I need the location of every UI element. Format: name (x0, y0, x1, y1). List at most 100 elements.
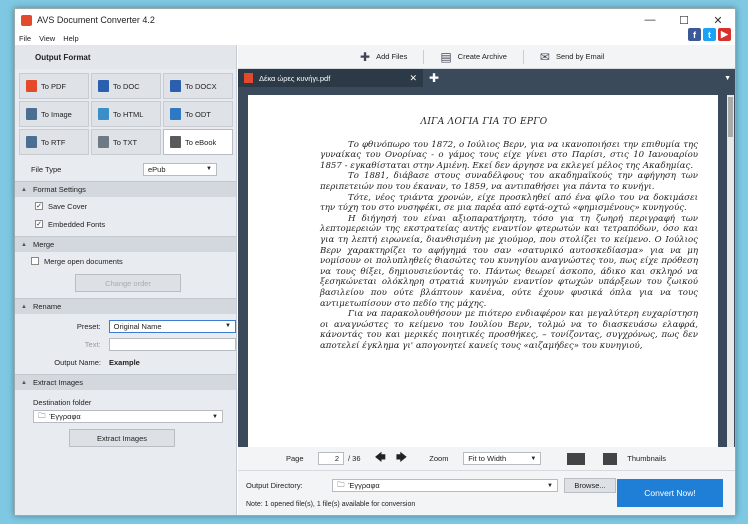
output-dir-select[interactable]: 🗀 Έγγραφα ▼ (332, 479, 558, 492)
document-viewer[interactable]: ΛΙΓΑ ΛΟΓΙΑ ΓΙΑ ΤΟ ΕΡΓΟ Το φθινόπωρο του … (238, 87, 735, 447)
format-file-icon (26, 80, 37, 92)
merge-open-checkbox[interactable] (31, 257, 39, 265)
format-file-icon (170, 80, 181, 92)
add-files-button[interactable]: ✚ Add Files (344, 50, 423, 64)
minimize-icon[interactable]: — (633, 9, 667, 31)
title-bar: AVS Document Converter 4.2 — ☐ ✕ (15, 9, 735, 31)
output-bar: Output Directory: 🗀 Έγγραφα ▼ Browse... No… (238, 471, 735, 515)
main-area: ✚ Add Files ▤ Create Archive ✉ Send by Emai… (238, 45, 735, 515)
create-archive-button[interactable]: ▤ Create Archive (424, 50, 523, 64)
page-label: Page (286, 454, 304, 463)
output-name-value: Example (109, 357, 140, 367)
extract-images-button[interactable]: Extract Images (69, 429, 175, 447)
vertical-scrollbar[interactable] (727, 95, 734, 447)
pdf-file-icon (244, 73, 253, 83)
extract-images-title: Extract Images (32, 378, 83, 387)
format-to-odt-button[interactable]: To ODT (163, 101, 233, 127)
browse-button[interactable]: Browse... (564, 478, 616, 493)
merge-title: Merge (32, 240, 55, 249)
rename-title: Rename (32, 302, 62, 311)
format-to-doc-button[interactable]: To DOC (91, 73, 161, 99)
thumbnails-icon[interactable] (603, 452, 618, 465)
extract-images-header[interactable]: ▲ Extract Images (15, 374, 236, 390)
window-title: AVS Document Converter 4.2 (37, 15, 155, 25)
format-file-icon (170, 136, 181, 148)
add-tab-icon[interactable]: ✚ (429, 71, 439, 85)
page-total: / 36 (348, 454, 361, 463)
scroll-thumb[interactable] (728, 97, 733, 137)
format-label: To PDF (41, 81, 67, 91)
format-to-html-button[interactable]: To HTML (91, 101, 161, 127)
format-settings-title: Format Settings (32, 185, 86, 194)
format-to-ebook-button[interactable]: To eBook (163, 129, 233, 155)
collapse-icon: ▲ (21, 379, 27, 386)
format-to-txt-button[interactable]: To TXT (91, 129, 161, 155)
menu-help[interactable]: Help (63, 34, 78, 43)
document-paragraph: Η διήγησή του είναι αξιοπαρατήρητη, τόσο… (320, 213, 698, 309)
merge-header[interactable]: ▲ Merge (15, 236, 236, 252)
preset-row: Preset: Original Name ▼ (15, 317, 236, 335)
save-cover-row[interactable]: ✓ Save Cover (15, 197, 236, 215)
format-file-icon (98, 108, 109, 120)
save-cover-checkbox[interactable]: ✓ (35, 202, 43, 210)
output-dir-value: Έγγραφα (348, 481, 380, 490)
destination-folder-value: Έγγραφα (49, 412, 81, 421)
text-label: Text: (84, 339, 101, 349)
format-grid: To PDF To DOC To DOCX To Image To HTML To ODT… (15, 69, 236, 158)
destination-folder-select[interactable]: 🗀 Έγγραφα ▼ (33, 410, 223, 423)
document-paragraph: Τότε, νέος τριάντα χρονών, είχε προσκληθ… (320, 192, 698, 214)
envelope-icon: ✉ (539, 49, 550, 64)
rename-header[interactable]: ▲ Rename (15, 298, 236, 314)
zoom-label: Zoom (429, 454, 449, 463)
preset-select[interactable]: Original Name ▼ (108, 319, 236, 333)
document-body: Το φθινόπωρο του 1872, ο Ιούλιος Βερν, γ… (320, 140, 698, 352)
youtube-icon[interactable]: ▶ (718, 28, 731, 41)
zoom-select[interactable]: Fit to Width ▼ (463, 452, 542, 465)
tab-bar: Δέκα ώρες κυνήγι.pdf ✕ ✚ ▼ (238, 69, 735, 87)
convert-now-button[interactable]: Convert Now! (617, 479, 723, 507)
collapse-icon: ▲ (21, 186, 27, 193)
document-paragraph: Το φθινόπωρο του 1872, ο Ιούλιος Βερν, γ… (320, 139, 698, 171)
format-to-rtf-button[interactable]: To RTF (19, 129, 89, 155)
format-label: To eBook (185, 137, 217, 147)
page-input[interactable]: 2 (318, 452, 344, 465)
prev-page-icon[interactable]: 🡄 (375, 449, 386, 468)
send-email-button[interactable]: ✉ Send by Email (524, 50, 620, 64)
menu-file[interactable]: File (19, 34, 31, 43)
change-order-button[interactable]: Change order (75, 274, 181, 292)
format-to-image-button[interactable]: To Image (19, 101, 89, 127)
chevron-down-icon: ▼ (225, 323, 231, 329)
left-panel: Output Format To PDF To DOC To DOCX To Imag… (15, 45, 237, 515)
zoom-value: Fit to Width (468, 454, 507, 463)
preset-label: Preset: (76, 321, 101, 331)
twitter-icon[interactable]: t (703, 28, 716, 41)
collapse-icon: ▲ (21, 241, 27, 248)
next-page-icon[interactable]: 🡆 (396, 449, 407, 468)
app-logo-icon (21, 14, 32, 26)
format-label: To ODT (185, 109, 211, 119)
file-type-select[interactable]: ePub ▼ (143, 162, 217, 176)
folder-icon: 🗀 (337, 480, 345, 489)
single-page-view-icon[interactable] (567, 452, 586, 465)
menu-view[interactable]: View (39, 34, 55, 43)
embedded-fonts-row[interactable]: ✓ Embedded Fonts (15, 215, 236, 233)
conversion-note: Note: 1 opened file(s), 1 file(s) availa… (246, 501, 416, 508)
format-settings-header[interactable]: ▲ Format Settings (15, 181, 236, 197)
format-label: To RTF (41, 137, 66, 147)
format-label: To HTML (113, 109, 144, 119)
embedded-fonts-checkbox[interactable]: ✓ (35, 220, 43, 228)
output-name-row: Output Name: Example (15, 353, 236, 371)
format-to-docx-button[interactable]: To DOCX (163, 73, 233, 99)
close-tab-icon[interactable]: ✕ (409, 73, 417, 84)
document-tab[interactable]: Δέκα ώρες κυνήγι.pdf ✕ (238, 69, 423, 87)
merge-open-row[interactable]: Merge open documents (15, 252, 236, 270)
facebook-icon[interactable]: f (688, 28, 701, 41)
menu-bar: File View Help f t ▶ (15, 28, 735, 45)
format-label: To TXT (113, 137, 138, 147)
document-paragraph: Το 1881, διάβασε στους συναδέλφους του α… (320, 171, 698, 192)
save-cover-label: Save Cover (48, 201, 88, 211)
thumbnails-label[interactable]: Thumbnails (627, 454, 666, 463)
tab-menu-icon[interactable]: ▼ (724, 75, 731, 82)
rename-text-input[interactable] (108, 337, 236, 351)
format-to-pdf-button[interactable]: To PDF (19, 73, 89, 99)
